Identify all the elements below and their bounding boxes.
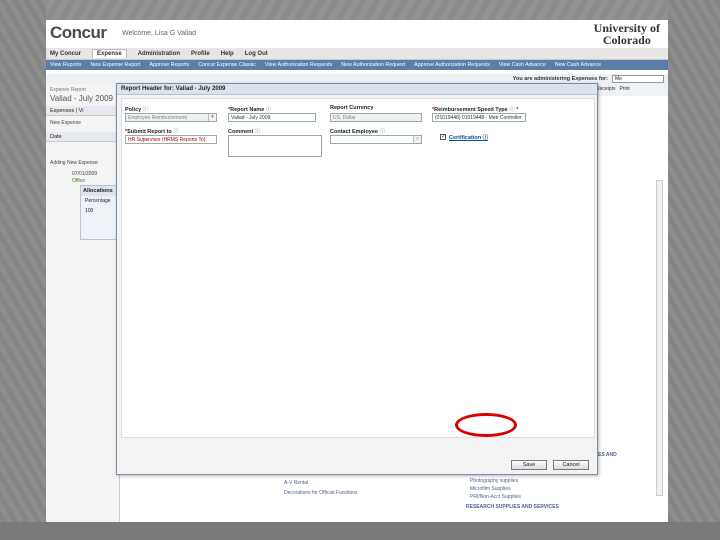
receipts-button[interactable]: Receipts — [596, 86, 615, 94]
contact-employee-label: Contact Employee ⓘ — [330, 129, 386, 135]
date-column-header[interactable]: Date — [46, 132, 120, 142]
bg-type-microfilm: Microfilm Supplies — [470, 486, 511, 492]
slide-left-border — [0, 0, 46, 540]
sub-navigation: View Reports New Expense Report Approve … — [46, 60, 668, 70]
subnav-approve-reports[interactable]: Approve Reports — [149, 62, 189, 68]
welcome-text: Welcome, Lisa G Valiad — [122, 30, 197, 37]
nav-log-out[interactable]: Log Out — [245, 51, 268, 57]
report-name-heading: Valiad - July 2009 — [50, 94, 113, 103]
bg-type-photography: Photography supplies — [470, 478, 519, 484]
nav-my-concur[interactable]: My Concur — [50, 51, 81, 57]
certification-checkbox[interactable]: ✓ — [440, 134, 446, 140]
right-toolbar: Receipts Print — [594, 84, 668, 96]
contact-employee-input[interactable]: ○ — [330, 135, 422, 144]
report-currency-field: US, Dollar — [330, 113, 422, 122]
submit-report-to-label: *Submit Report to ⓘ — [125, 129, 179, 135]
annotation-circle — [455, 413, 517, 437]
nav-profile[interactable]: Profile — [191, 51, 210, 57]
subnav-view-reports[interactable]: View Reports — [50, 62, 81, 68]
adding-new-expense-label: Adding New Expense — [50, 160, 98, 166]
app-header: Concur Welcome, Lisa G Valiad University… — [46, 20, 668, 48]
slide-right-border — [668, 0, 720, 540]
nav-help[interactable]: Help — [221, 51, 234, 57]
subnav-new-expense-report[interactable]: New Expense Report — [90, 62, 140, 68]
report-currency-label: Report Currency — [330, 105, 374, 111]
subnav-concur-expense-classic[interactable]: Concur Expense Classic — [198, 62, 256, 68]
allocations-column: Percentage — [85, 198, 111, 204]
expense-row-date[interactable]: 07/01/2009 — [72, 171, 97, 177]
subnav-new-authorization-request[interactable]: New Authorization Request — [341, 62, 405, 68]
concur-app-window: Concur Welcome, Lisa G Valiad University… — [46, 20, 668, 522]
allocations-panel: Allocations Percentage 100 — [80, 185, 120, 240]
expenses-header: Expenses | Vi — [46, 106, 120, 116]
report-name-input[interactable]: Valiad - July 2009 — [228, 113, 316, 122]
bg-type-decorations: Decorations for Official Functions — [284, 490, 358, 496]
report-header-dialog: Report Header for: Valiad - July 2009 Po… — [116, 83, 598, 475]
slide-bottom-border — [0, 522, 720, 540]
speed-type-input[interactable]: (01019448) 01019448 - Metr Controller — [432, 113, 526, 122]
help-icon[interactable]: ⓘ — [483, 135, 489, 141]
dialog-content: Policy ⓘ Employee Reimbursement ▾ *Repor… — [121, 98, 595, 438]
report-name-label: *Report Name ⓘ — [228, 107, 272, 113]
expense-row-badge: Office — [72, 178, 85, 184]
nav-expense[interactable]: Expense — [92, 49, 127, 58]
vertical-scrollbar[interactable] — [656, 180, 663, 496]
bg-type-research: RESEARCH SUPPLIES AND SERVICES — [466, 504, 559, 510]
administering-select[interactable]: Me — [612, 75, 664, 83]
allocations-value: 100 — [85, 208, 94, 214]
comment-textarea[interactable] — [228, 135, 322, 157]
subnav-new-cash-advance[interactable]: New Cash Advance — [555, 62, 601, 68]
new-expense-button[interactable]: New Expense — [50, 120, 81, 126]
left-panel: Expense Report Valiad - July 2009 Expens… — [46, 84, 120, 522]
policy-select[interactable]: Employee Reimbursement ▾ — [125, 113, 217, 122]
bg-type-av-rental: A-V Rental — [284, 480, 309, 486]
submit-report-to-select[interactable]: HR Supervisor (HRMS Reports To) — [125, 135, 217, 144]
subnav-view-authorization-requests[interactable]: View Authorization Requests — [265, 62, 332, 68]
administering-label: You are administering Expenses for: — [512, 76, 608, 82]
cancel-button[interactable]: Cancel — [553, 460, 589, 470]
dialog-title: Report Header for: Valiad - July 2009 — [117, 84, 597, 95]
policy-label: Policy ⓘ — [125, 107, 149, 113]
subnav-approve-authorization-requests[interactable]: Approve Authorization Requests — [414, 62, 490, 68]
subnav-view-cash-advance[interactable]: View Cash Advance — [499, 62, 546, 68]
concur-logo: Concur — [50, 23, 107, 42]
top-navigation: My Concur Expense Administration Profile… — [46, 48, 668, 60]
bg-type-pri: PRI/Non-Acct Supplies — [470, 494, 521, 500]
comment-label: Comment ⓘ — [228, 129, 261, 135]
save-button[interactable]: Save — [511, 460, 547, 470]
allocations-title: Allocations — [81, 186, 119, 196]
nav-administration[interactable]: Administration — [138, 51, 180, 57]
university-logo: University of Colorado — [593, 21, 660, 47]
search-icon[interactable]: ○ — [413, 136, 421, 143]
report-label: Expense Report — [50, 87, 86, 93]
slide-top-border — [0, 0, 720, 20]
speed-type-label: *Reimbursement Speed Type ⓘ * — [432, 107, 519, 113]
print-button[interactable]: Print — [619, 86, 629, 94]
chevron-down-icon[interactable]: ▾ — [208, 114, 216, 121]
certification-link[interactable]: Certification ⓘ — [449, 133, 488, 141]
